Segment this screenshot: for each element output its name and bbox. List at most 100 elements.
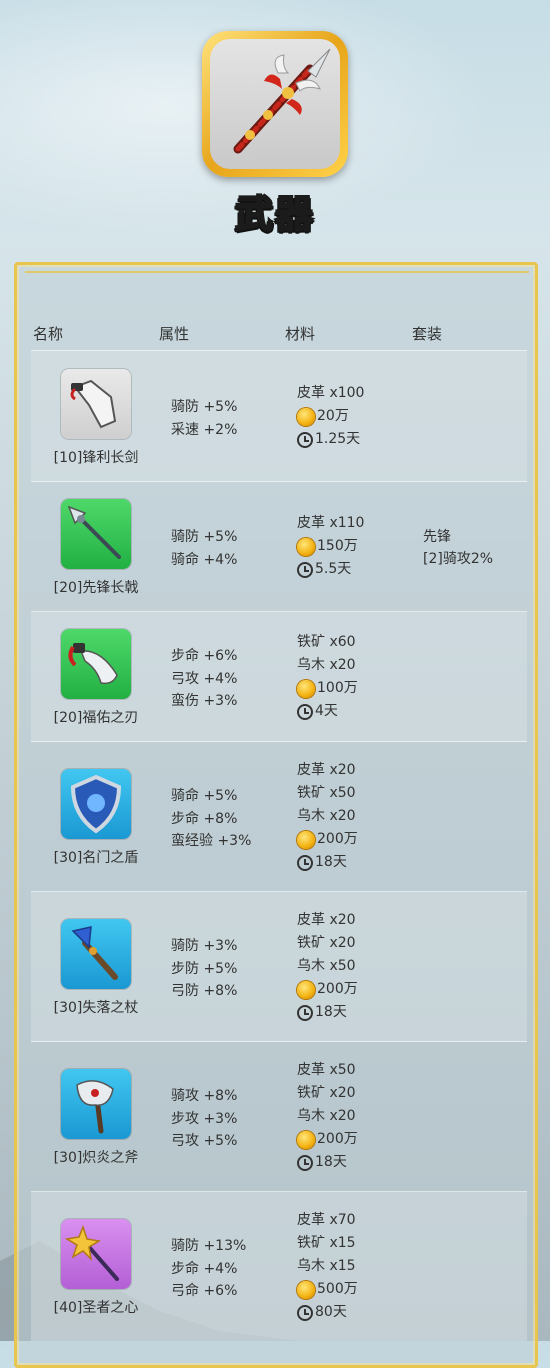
time-amount: 18天 <box>315 854 347 870</box>
set-bonus: [2]骑攻2% <box>423 551 494 567</box>
clock-icon <box>297 431 313 448</box>
spear-icon <box>233 48 331 154</box>
material-line: 皮革 x100 <box>297 385 365 401</box>
material-line: 皮革 x50 <box>297 1062 356 1078</box>
item-materials: 皮革 x20 铁矿 x20 乌木 x50 200万 18天 <box>297 909 358 1024</box>
attribute-line: 步攻 +3% <box>171 1110 238 1127</box>
table-row[interactable]: [30]失落之杖 骑防 +3% 步防 +5% 弓防 +8% 皮革 x20 铁矿 … <box>31 891 527 1042</box>
time-amount: 18天 <box>315 1004 347 1020</box>
craft-time: 18天 <box>297 1151 358 1174</box>
item-icon-frame <box>61 369 131 439</box>
gold-coin-icon <box>297 1280 315 1299</box>
material-line: 乌木 x50 <box>297 958 356 974</box>
attribute-line: 骑命 +5% <box>171 788 238 804</box>
gold-cost: 200万 <box>297 828 358 851</box>
item-icon-frame <box>61 1069 131 1139</box>
axe-icon <box>76 1080 114 1134</box>
gold-amount: 100万 <box>317 680 358 696</box>
material-line: 皮革 x20 <box>297 912 356 928</box>
attribute-line: 弓防 +8% <box>171 983 238 999</box>
time-amount: 5.5天 <box>315 561 352 577</box>
item-icon-frame <box>61 629 131 699</box>
attribute-line: 蛮伤 +3% <box>171 693 238 709</box>
material-line: 铁矿 x20 <box>297 935 356 951</box>
item-name: [30]炽炎之斧 <box>53 1150 139 1166</box>
item-name: [20]福佑之刃 <box>53 710 139 726</box>
column-header-set: 套装 <box>412 325 443 343</box>
gold-amount: 20万 <box>317 408 349 424</box>
table-row[interactable]: [30]名门之盾 骑命 +5% 步命 +8% 蛮经验 +3% 皮革 x20 铁矿… <box>31 741 527 892</box>
craft-time: 18天 <box>297 851 358 874</box>
table-row[interactable]: [20]先锋长戟 骑防 +5% 骑命 +4% 皮革 x110 150万 5.5天… <box>31 481 527 612</box>
item-materials: 皮革 x20 铁矿 x50 乌木 x20 200万 18天 <box>297 759 358 874</box>
equipment-table: 名称 属性 材料 套装 [10]锋利长剑 骑防 +5% 采速 +2% 皮革 x1… <box>14 262 538 1368</box>
gold-cost: 200万 <box>297 978 358 1001</box>
material-line: 乌木 x15 <box>297 1258 356 1274</box>
time-amount: 4天 <box>315 703 338 719</box>
gold-coin-icon <box>297 980 315 999</box>
time-amount: 80天 <box>315 1304 347 1320</box>
gold-amount: 200万 <box>317 981 358 997</box>
attribute-line: 骑防 +3% <box>171 938 238 954</box>
attribute-line: 弓攻 +4% <box>171 670 238 687</box>
table-row[interactable]: [40]圣者之心 骑防 +13% 步命 +4% 弓命 +6% 皮革 x70 铁矿… <box>31 1191 527 1341</box>
gold-cost: 200万 <box>297 1128 358 1151</box>
item-name: [10]锋利长剑 <box>53 450 139 466</box>
item-attributes: 骑防 +13% 步命 +4% 弓命 +6% <box>171 1235 246 1303</box>
set-name: 先锋 <box>423 529 451 545</box>
halberd-icon <box>67 505 121 559</box>
attribute-line: 骑防 +13% <box>171 1238 247 1254</box>
material-line: 乌木 x20 <box>297 1108 356 1124</box>
item-attributes: 骑防 +3% 步防 +5% 弓防 +8% <box>171 935 237 1003</box>
attribute-line: 蛮经验 +3% <box>171 833 252 849</box>
material-line: 乌木 x20 <box>297 808 356 824</box>
column-header-name: 名称 <box>33 325 64 343</box>
gold-cost: 500万 <box>297 1278 358 1301</box>
item-attributes: 骑攻 +8% 步攻 +3% 弓攻 +5% <box>171 1085 237 1153</box>
page-title: 武器 <box>234 191 315 237</box>
item-materials: 皮革 x70 铁矿 x15 乌木 x15 500万 80天 <box>297 1209 358 1324</box>
craft-time: 80天 <box>297 1301 358 1324</box>
table-row[interactable]: [10]锋利长剑 骑防 +5% 采速 +2% 皮革 x100 20万 1.25天 <box>31 351 527 482</box>
attribute-line: 采速 +2% <box>171 421 238 438</box>
item-icon-frame <box>61 769 131 839</box>
gold-amount: 200万 <box>317 1131 358 1147</box>
clock-icon <box>297 703 313 720</box>
attribute-line: 骑防 +5% <box>171 529 238 545</box>
blade-icon <box>68 643 118 685</box>
table-row[interactable]: [30]炽炎之斧 骑攻 +8% 步攻 +3% 弓攻 +5% 皮革 x50 铁矿 … <box>31 1041 527 1192</box>
attribute-line: 骑防 +5% <box>171 399 238 415</box>
gold-cost: 150万 <box>297 535 364 558</box>
material-line: 铁矿 x15 <box>297 1235 356 1251</box>
column-header-materials: 材料 <box>285 325 316 343</box>
material-line: 皮革 x70 <box>297 1212 356 1228</box>
gold-coin-icon <box>297 537 315 556</box>
attribute-line: 步命 +4% <box>171 1260 238 1277</box>
item-materials: 皮革 x50 铁矿 x20 乌木 x20 200万 18天 <box>297 1059 358 1174</box>
material-line: 铁矿 x20 <box>297 1085 356 1101</box>
clock-icon <box>297 561 313 578</box>
gold-cost: 20万 <box>297 405 364 428</box>
clock-icon <box>297 1304 313 1321</box>
craft-time: 5.5天 <box>297 558 364 581</box>
material-line: 皮革 x20 <box>297 762 356 778</box>
craft-time: 4天 <box>297 700 358 723</box>
time-amount: 1.25天 <box>315 431 361 447</box>
clock-icon <box>297 1004 313 1021</box>
gold-coin-icon <box>297 407 315 426</box>
attribute-line: 骑命 +4% <box>171 551 238 568</box>
gold-coin-icon <box>297 830 315 849</box>
table-row[interactable]: [20]福佑之刃 步命 +6% 弓攻 +4% 蛮伤 +3% 铁矿 x60 乌木 … <box>31 611 527 742</box>
item-attributes: 步命 +6% 弓攻 +4% 蛮伤 +3% <box>171 645 237 713</box>
item-materials: 皮革 x100 20万 1.25天 <box>297 382 364 451</box>
gold-coin-icon <box>297 1130 315 1149</box>
attribute-line: 步命 +8% <box>171 810 238 827</box>
shield-icon <box>70 774 122 834</box>
scepter-icon <box>64 1224 119 1281</box>
attribute-line: 弓命 +6% <box>171 1283 238 1299</box>
gold-amount: 500万 <box>317 1281 358 1297</box>
material-line: 皮革 x110 <box>297 515 365 531</box>
craft-time: 1.25天 <box>297 428 364 451</box>
material-line: 铁矿 x60 <box>297 634 356 650</box>
staff-icon <box>71 926 118 980</box>
